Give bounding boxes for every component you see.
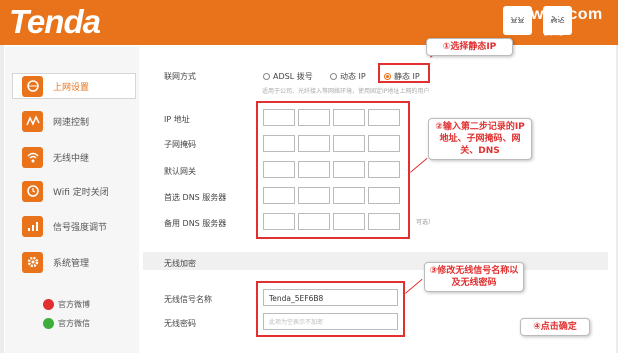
speed-icon (22, 110, 43, 132)
weibo-icon (43, 299, 54, 310)
highlight-static-ip (378, 63, 430, 83)
sidebar-item-label: 网速控制 (53, 117, 90, 128)
sidebar-item-signal[interactable]: 信号强度调节 (12, 213, 136, 239)
weixin-link[interactable]: 官方微信 (43, 318, 90, 329)
radio-adsl-label: ADSL 拨号 (273, 72, 313, 81)
sidebar-item-speed[interactable]: 网速控制 (12, 108, 136, 134)
connection-mode-label: 联网方式 (164, 72, 196, 81)
sidebar-item-label: 无线中继 (53, 153, 90, 164)
dns1-label: 首选 DNS 服务器 (164, 193, 227, 202)
sidebar-item-label: Wifi 定时关闭 (53, 187, 109, 198)
dns2-label: 备用 DNS 服务器 (164, 219, 227, 228)
sidebar-item-relay[interactable]: 无线中继 (12, 144, 136, 170)
gateway-label: 默认网关 (164, 167, 196, 176)
sidebar-item-label: 系统管理 (53, 258, 90, 269)
mode-hint: 适用于公司、光纤接入等网络环境，使用固定IP地址上网的用户 (262, 88, 430, 95)
callout-2: ②输入第二步记录的IP地址、子网掩码、网关、DNS (428, 118, 532, 160)
radio-adsl[interactable]: ADSL 拨号 (263, 71, 313, 82)
section-divider (143, 252, 608, 270)
radio-circle (330, 73, 337, 80)
radio-dynamic-label: 动态 IP (340, 72, 366, 81)
wifi-relay-icon (22, 146, 43, 168)
watermark-text: www.t3.com (505, 6, 603, 23)
clock-icon (22, 180, 43, 202)
ssid-label: 无线信号名称 (164, 295, 212, 304)
callout-1: ①选择静态IP (426, 38, 513, 56)
wifi-password-label: 无线密码 (164, 319, 196, 328)
weixin-label: 官方微信 (58, 319, 90, 328)
sidebar-item-wifi-timer[interactable]: Wifi 定时关闭 (12, 178, 136, 204)
wechat-icon (43, 318, 54, 329)
sidebar-item-label: 上网设置 (53, 82, 90, 93)
callout-4: ④点击确定 (520, 318, 590, 336)
radio-dynamic-ip[interactable]: 动态 IP (330, 71, 366, 82)
sidebar: 上网设置 网速控制 无线中继 Wifi 定时关闭 信号强度调节 系统管理 官方微… (5, 47, 139, 353)
highlight-ip-fields (256, 101, 410, 239)
weibo-link[interactable]: 官方微博 (43, 299, 90, 310)
sidebar-item-system[interactable]: 系统管理 (12, 249, 136, 275)
callout-3: ③修改无线信号名称以及无线密码 (424, 262, 524, 292)
header-small-text: 官方微信 (543, 31, 564, 37)
subnet-mask-label: 子网掩码 (164, 140, 196, 149)
optional-note: 可选） (416, 219, 435, 226)
sidebar-item-internet[interactable]: 上网设置 (12, 73, 136, 99)
ip-address-label: IP 地址 (164, 115, 190, 124)
brand-logo: Tenda (9, 3, 101, 40)
sidebar-item-label: 信号强度调节 (53, 222, 108, 233)
header-bar: Tenda 查查 腾达 www.t3.com 官方微信 (0, 0, 618, 45)
gear-icon (22, 251, 43, 273)
highlight-wireless-fields (256, 281, 405, 337)
globe-icon (22, 75, 43, 97)
signal-icon (22, 215, 43, 237)
weibo-label: 官方微博 (58, 300, 90, 309)
radio-circle (263, 73, 270, 80)
wireless-section-title: 无线加密 (164, 259, 196, 268)
